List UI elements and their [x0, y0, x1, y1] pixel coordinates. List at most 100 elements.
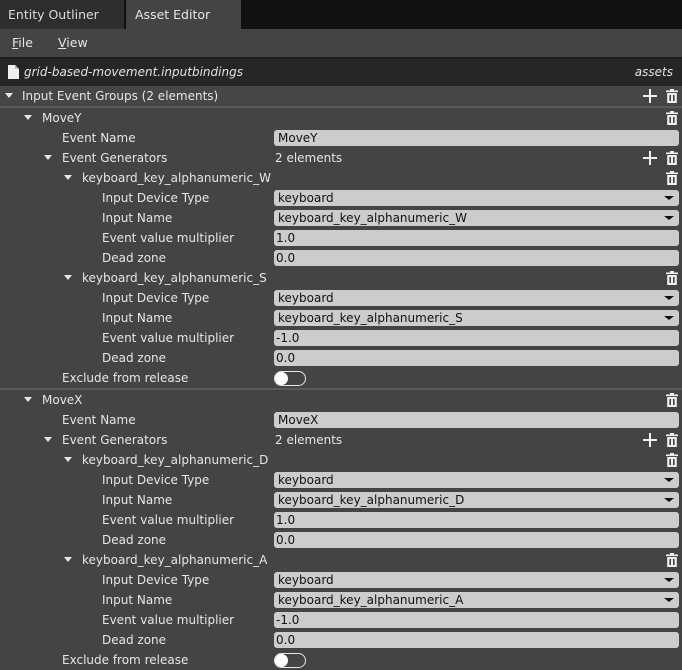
expand-arrow-icon[interactable] [44, 437, 52, 442]
input-event-groups-row[interactable]: Input Event Groups (2 elements) [0, 86, 682, 106]
dropdown-arrow-icon [664, 578, 674, 582]
event-generator-row[interactable]: keyboard_key_alphanumeric_A [0, 550, 682, 570]
event-generators-row[interactable]: Event Generators 2 elements [0, 148, 682, 168]
input-name-select[interactable]: keyboard_key_alphanumeric_A [274, 592, 679, 608]
input-device-type-select[interactable]: keyboard [274, 572, 679, 588]
menu-file[interactable]: File [12, 29, 33, 57]
input-name-value: keyboard_key_alphanumeric_D [278, 493, 465, 507]
plus-icon [643, 433, 657, 450]
delete-event-generator-button[interactable] [665, 553, 679, 567]
tab-asset-editor[interactable]: Asset Editor [126, 0, 241, 29]
event-generator-title: keyboard_key_alphanumeric_S [82, 271, 267, 285]
event-generator-row[interactable]: keyboard_key_alphanumeric_D [0, 450, 682, 470]
dropdown-arrow-icon [664, 296, 674, 300]
event-group-title: MoveX [42, 393, 83, 407]
file-bar: grid-based-movement.inputbindings assets [0, 59, 682, 86]
plus-icon [643, 89, 657, 106]
expand-arrow-icon[interactable] [5, 93, 13, 98]
delete-event-generator-button[interactable] [665, 453, 679, 467]
event-generators-row[interactable]: Event Generators 2 elements [0, 430, 682, 450]
dead-zone-label: Dead zone [102, 633, 167, 647]
dropdown-arrow-icon [664, 196, 674, 200]
event-value-multiplier-label: Event value multiplier [102, 513, 235, 527]
input-device-type-label: Input Device Type [102, 573, 210, 587]
property-tree: Input Event Groups (2 elements) MoveY Ev… [0, 86, 682, 670]
toggle-knob [275, 654, 288, 667]
event-value-multiplier-input[interactable]: -1.0 [274, 612, 679, 628]
trash-icon [665, 433, 679, 450]
trash-icon [665, 171, 679, 188]
delete-event-generator-button[interactable] [665, 171, 679, 185]
dead-zone-row: Dead zone 0.0 [0, 248, 682, 268]
dropdown-arrow-icon [664, 216, 674, 220]
delete-all-generators-button[interactable] [665, 151, 679, 165]
event-name-input[interactable]: MoveY [274, 130, 679, 146]
event-generators-count: 2 elements [275, 433, 343, 447]
dead-zone-input[interactable]: 0.0 [274, 632, 679, 648]
event-value-multiplier-label: Event value multiplier [102, 331, 235, 345]
input-device-type-value: keyboard [278, 191, 334, 205]
event-value-multiplier-input[interactable]: 1.0 [274, 230, 679, 246]
input-device-type-row: Input Device Type keyboard [0, 570, 682, 590]
delete-event-group-button[interactable] [665, 111, 679, 125]
expand-arrow-icon[interactable] [64, 557, 72, 562]
event-generator-title: keyboard_key_alphanumeric_D [82, 453, 269, 467]
input-device-type-value: keyboard [278, 473, 334, 487]
add-event-generator-button[interactable] [643, 151, 657, 165]
dropdown-arrow-icon [664, 316, 674, 320]
expand-arrow-icon[interactable] [44, 155, 52, 160]
file-location: assets [634, 65, 673, 79]
event-value-multiplier-input[interactable]: 1.0 [274, 512, 679, 528]
expand-arrow-icon[interactable] [64, 457, 72, 462]
input-name-label: Input Name [102, 593, 173, 607]
file-icon [8, 65, 19, 79]
input-name-select[interactable]: keyboard_key_alphanumeric_S [274, 310, 679, 326]
event-generator-title: keyboard_key_alphanumeric_A [82, 553, 268, 567]
input-name-row: Input Name keyboard_key_alphanumeric_D [0, 490, 682, 510]
trash-icon [665, 453, 679, 470]
dead-zone-input[interactable]: 0.0 [274, 250, 679, 266]
trash-icon [665, 111, 679, 128]
input-name-label: Input Name [102, 211, 173, 225]
file-name: grid-based-movement.inputbindings [24, 65, 243, 79]
input-name-select[interactable]: keyboard_key_alphanumeric_W [274, 210, 679, 226]
exclude-from-release-label: Exclude from release [62, 371, 189, 385]
add-event-generator-button[interactable] [643, 433, 657, 447]
event-generator-row[interactable]: keyboard_key_alphanumeric_W [0, 168, 682, 188]
input-device-type-select[interactable]: keyboard [274, 472, 679, 488]
exclude-from-release-toggle[interactable] [274, 653, 306, 668]
expand-arrow-icon[interactable] [24, 115, 32, 120]
expand-arrow-icon[interactable] [64, 175, 72, 180]
trash-icon [665, 393, 679, 410]
input-name-select[interactable]: keyboard_key_alphanumeric_D [274, 492, 679, 508]
event-value-multiplier-input[interactable]: -1.0 [274, 330, 679, 346]
input-name-label: Input Name [102, 311, 173, 325]
delete-all-generators-button[interactable] [665, 433, 679, 447]
event-generators-label: Event Generators [62, 433, 168, 447]
input-device-type-select[interactable]: keyboard [274, 190, 679, 206]
dead-zone-input[interactable]: 0.0 [274, 350, 679, 366]
delete-event-generator-button[interactable] [665, 271, 679, 285]
event-group-row[interactable]: MoveX [0, 390, 682, 410]
event-name-input[interactable]: MoveX [274, 412, 679, 428]
input-device-type-label: Input Device Type [102, 191, 210, 205]
menu-view[interactable]: View [58, 29, 88, 57]
add-event-group-button[interactable] [643, 89, 657, 103]
exclude-from-release-toggle[interactable] [274, 371, 306, 386]
exclude-from-release-label: Exclude from release [62, 653, 189, 667]
event-name-row: Event Name MoveY [0, 128, 682, 148]
expand-arrow-icon[interactable] [64, 275, 72, 280]
event-generators-count: 2 elements [275, 151, 343, 165]
expand-arrow-icon[interactable] [24, 397, 32, 402]
event-generator-row[interactable]: keyboard_key_alphanumeric_S [0, 268, 682, 288]
input-name-row: Input Name keyboard_key_alphanumeric_S [0, 308, 682, 328]
menu-view-label: iew [66, 35, 88, 50]
toggle-knob [275, 372, 288, 385]
delete-all-groups-button[interactable] [665, 89, 679, 103]
trash-icon [665, 151, 679, 168]
dead-zone-input[interactable]: 0.0 [274, 532, 679, 548]
event-group-row[interactable]: MoveY [0, 108, 682, 128]
tab-entity-outliner[interactable]: Entity Outliner [0, 0, 125, 29]
delete-event-group-button[interactable] [665, 393, 679, 407]
input-device-type-select[interactable]: keyboard [274, 290, 679, 306]
